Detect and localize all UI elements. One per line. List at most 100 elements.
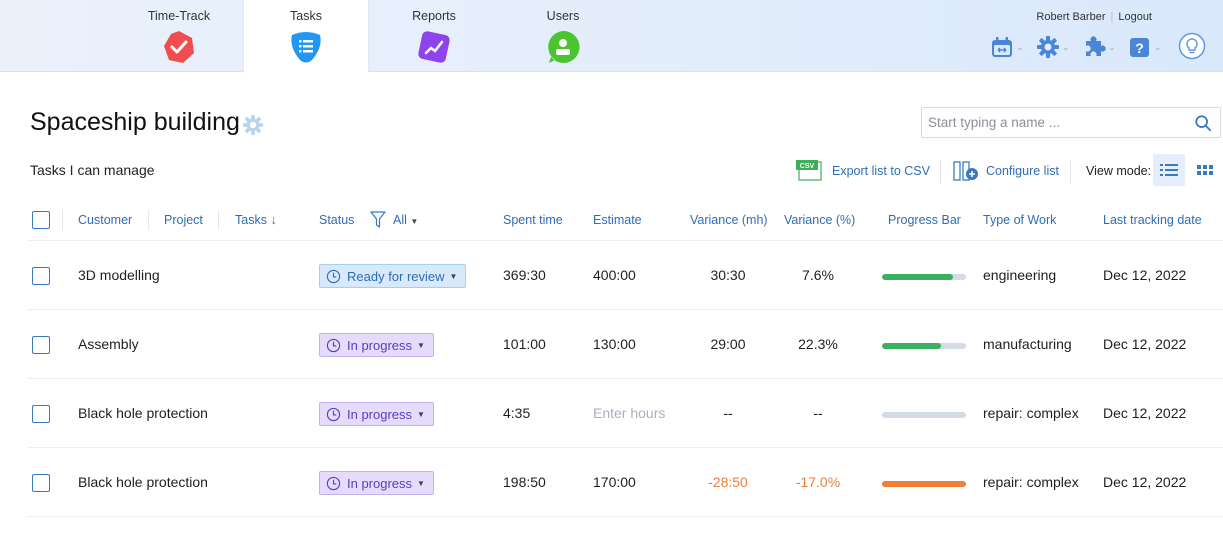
csv-badge-label: CSV (800, 163, 815, 170)
column-divider (148, 210, 149, 230)
project-settings-gear-icon[interactable] (242, 114, 264, 136)
grid-view-icon (1197, 165, 1213, 175)
nav-tab-label: Tasks (290, 9, 322, 23)
column-divider (62, 210, 63, 230)
calendar-icon (992, 37, 1012, 57)
last-tracking-date: Dec 12, 2022 (1103, 405, 1187, 421)
user-name[interactable]: Robert Barber (1036, 11, 1105, 23)
ideas-button[interactable] (1178, 32, 1206, 60)
chevron-down-icon: ⌄ (1108, 41, 1116, 52)
progress-bar (882, 274, 966, 280)
integrations-menu-button[interactable]: ⌄ (1082, 33, 1116, 61)
task-name[interactable]: 3D modelling (78, 267, 160, 283)
column-header-status[interactable]: Status (319, 213, 354, 227)
view-mode-list-button[interactable] (1153, 154, 1185, 186)
status-dropdown[interactable]: In progress ▼ (319, 471, 434, 495)
search-box (921, 107, 1221, 138)
list-subtitle: Tasks I can manage (30, 162, 155, 178)
column-header-estimate[interactable]: Estimate (593, 213, 642, 227)
tasks-list-icon (291, 32, 321, 63)
puzzle-icon (1086, 36, 1106, 56)
gear-icon (1037, 36, 1059, 58)
progress-bar (882, 343, 966, 349)
search-input[interactable] (922, 108, 1182, 137)
filter-icon[interactable] (370, 211, 386, 229)
spent-time: 4:35 (503, 405, 531, 421)
caret-down-icon: ▼ (417, 340, 425, 350)
nav-tab-reports[interactable]: Reports (371, 0, 497, 72)
select-all-checkbox[interactable] (32, 211, 50, 229)
configure-list-link[interactable]: Configure list (986, 164, 1059, 178)
task-name[interactable]: Black hole protection (78, 405, 208, 421)
column-header-progress-bar[interactable]: Progress Bar (888, 213, 961, 227)
table-row[interactable]: 3D modelling Ready for review ▼ 369:30 4… (28, 241, 1223, 310)
svg-text:?: ? (1135, 40, 1144, 56)
reports-chart-icon (418, 31, 450, 63)
caret-down-icon: ▼ (417, 409, 425, 419)
caret-down-icon: ▼ (449, 271, 458, 281)
nav-tab-users[interactable]: Users (500, 0, 626, 72)
progress-bar (882, 481, 966, 487)
top-navigation-bar: Time-Track Tasks Reports Users Robert Ba… (0, 0, 1223, 72)
spent-time: 101:00 (503, 336, 546, 352)
divider: | (1110, 11, 1114, 23)
type-of-work: repair: complex (983, 405, 1079, 421)
search-icon[interactable] (1194, 114, 1212, 132)
last-tracking-date: Dec 12, 2022 (1103, 336, 1187, 352)
status-dropdown[interactable]: Ready for review ▼ (319, 264, 467, 288)
task-name[interactable]: Assembly (78, 336, 139, 352)
nav-tab-label: Time-Track (147, 9, 211, 23)
spent-time: 198:50 (503, 474, 546, 490)
estimate-field[interactable]: 400:00 (593, 267, 636, 283)
type-of-work: repair: complex (983, 474, 1079, 490)
status-dropdown[interactable]: In progress ▼ (319, 333, 434, 357)
column-header-customer[interactable]: Customer (78, 213, 132, 227)
row-checkbox[interactable] (32, 474, 50, 492)
table-row[interactable]: Black hole protection In progress ▼ 198:… (28, 448, 1223, 517)
table-row[interactable]: Assembly In progress ▼ 101:00 130:00 29:… (28, 310, 1223, 379)
row-checkbox[interactable] (32, 267, 50, 285)
nav-tab-tasks[interactable]: Tasks (243, 0, 369, 72)
column-header-last-tracking-date[interactable]: Last tracking date (1103, 213, 1202, 227)
clock-icon (326, 476, 341, 490)
column-header-variance-pct[interactable]: Variance (%) (784, 213, 855, 227)
logout-link[interactable]: Logout (1118, 11, 1152, 23)
help-icon: ? (1130, 38, 1149, 57)
status-dropdown[interactable]: In progress ▼ (319, 402, 434, 426)
csv-file-icon[interactable]: CSV (795, 159, 823, 181)
column-header-tasks-label: Tasks (235, 213, 267, 227)
status-label: In progress (347, 337, 413, 353)
estimate-field[interactable]: Enter hours (593, 405, 665, 421)
status-filter-dropdown[interactable]: All ▼ (393, 213, 418, 227)
progress-bar-fill (882, 274, 954, 280)
status-label: Ready for review (347, 268, 445, 284)
last-tracking-date: Dec 12, 2022 (1103, 474, 1187, 490)
task-name[interactable]: Black hole protection (78, 474, 208, 490)
user-box: Robert Barber | Logout (1036, 11, 1152, 23)
column-header-project[interactable]: Project (164, 213, 203, 227)
row-checkbox[interactable] (32, 336, 50, 354)
settings-menu-button[interactable]: ⌄ (1036, 33, 1070, 61)
table-row[interactable]: Black hole protection In progress ▼ 4:35… (28, 379, 1223, 448)
progress-bar (882, 412, 966, 418)
progress-bar-fill (882, 343, 941, 349)
column-header-type-of-work[interactable]: Type of Work (983, 213, 1056, 227)
clock-icon (326, 338, 341, 352)
configure-columns-icon[interactable] (953, 160, 981, 182)
column-header-spent-time[interactable]: Spent time (503, 213, 563, 227)
column-header-variance-mh[interactable]: Variance (mh) (690, 213, 768, 227)
estimate-field[interactable]: 170:00 (593, 474, 636, 490)
row-checkbox[interactable] (32, 405, 50, 423)
column-header-tasks[interactable]: Tasks ↓ (235, 213, 277, 227)
spent-time: 369:30 (503, 267, 546, 283)
caret-down-icon: ▼ (417, 478, 425, 488)
status-filter-value: All (393, 213, 407, 227)
view-mode-grid-button[interactable] (1189, 154, 1221, 186)
estimate-field[interactable]: 130:00 (593, 336, 636, 352)
nav-tab-time-track[interactable]: Time-Track (116, 0, 242, 72)
calendar-menu-button[interactable]: ⌄ (990, 33, 1024, 61)
export-csv-link[interactable]: Export list to CSV (832, 164, 930, 178)
sort-descending-icon: ↓ (270, 213, 277, 227)
help-menu-button[interactable]: ? ⌄ (1128, 33, 1162, 61)
status-label: In progress (347, 475, 413, 491)
